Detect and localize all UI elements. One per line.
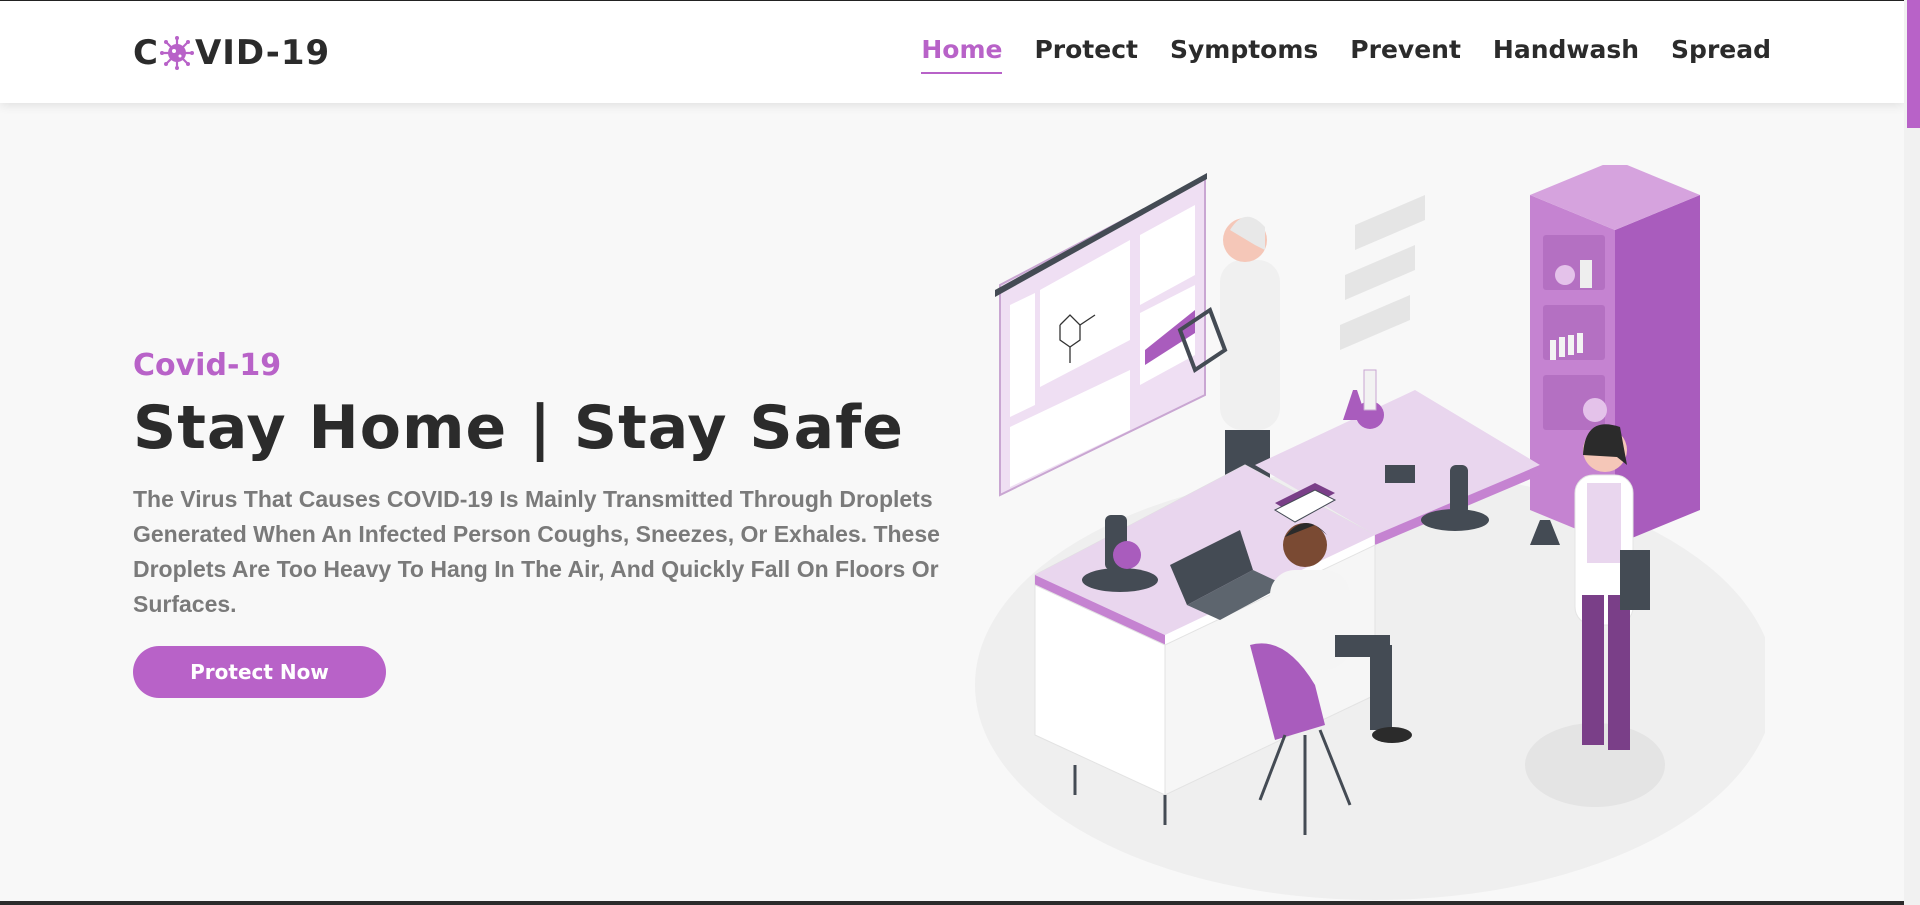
site-header: C VID-19 Home Protect Symptoms Prevent H… bbox=[0, 0, 1904, 103]
nav-handwash[interactable]: Handwash bbox=[1493, 35, 1639, 74]
logo-prefix: C bbox=[133, 33, 159, 73]
virus-icon bbox=[159, 36, 194, 70]
scrollbar-thumb[interactable] bbox=[1907, 0, 1920, 128]
nav-home[interactable]: Home bbox=[921, 35, 1003, 74]
nav-spread[interactable]: Spread bbox=[1671, 35, 1771, 74]
site-logo[interactable]: C VID-19 bbox=[133, 31, 330, 75]
hero-description: The Virus That Causes COVID-19 Is Mainly… bbox=[133, 486, 940, 617]
nav-prevent[interactable]: Prevent bbox=[1350, 35, 1461, 74]
laboratory-illustration bbox=[975, 165, 1765, 900]
hero-subtitle: Covid-19 bbox=[133, 348, 282, 383]
protect-now-button[interactable]: Protect Now bbox=[133, 646, 386, 698]
nav-protect[interactable]: Protect bbox=[1034, 35, 1138, 74]
main-nav: Home Protect Symptoms Prevent Handwash S… bbox=[921, 35, 1771, 74]
page-scrollbar[interactable] bbox=[1904, 0, 1920, 905]
hero-title: Stay Home | Stay Safe bbox=[133, 393, 904, 463]
whiteboard-graphic bbox=[995, 173, 1207, 497]
logo-suffix: VID-19 bbox=[194, 33, 331, 73]
shelf-graphic bbox=[1340, 195, 1425, 350]
page-bottom-edge bbox=[0, 901, 1904, 905]
nav-symptoms[interactable]: Symptoms bbox=[1170, 35, 1318, 74]
